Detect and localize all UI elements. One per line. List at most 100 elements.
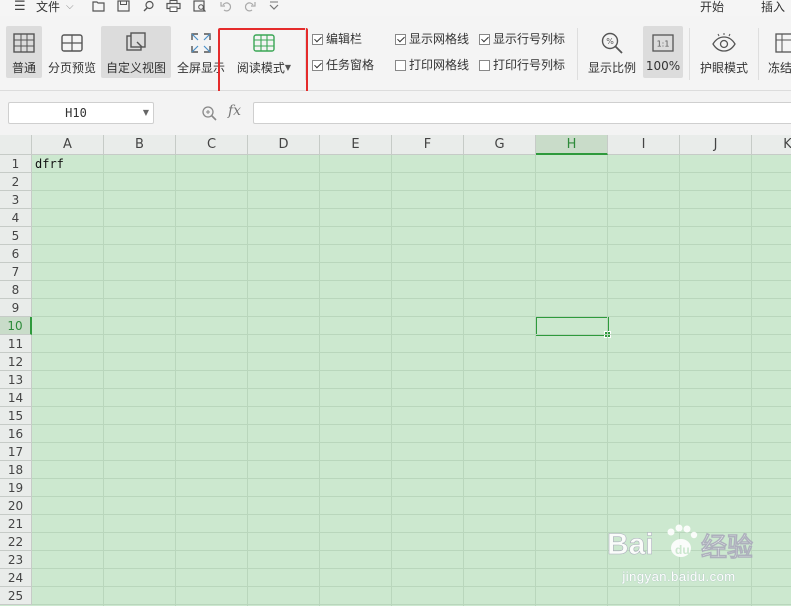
- reading-mode-button[interactable]: 阅读模式▼: [232, 26, 296, 78]
- row-header-10[interactable]: 10: [0, 317, 32, 335]
- row-header-15[interactable]: 15: [0, 407, 32, 425]
- eye-protection-label: 护眼模式: [699, 61, 748, 75]
- row-header-9[interactable]: 9: [0, 299, 32, 317]
- row-header-1[interactable]: 1: [0, 155, 32, 173]
- active-cell-h10[interactable]: [535, 316, 611, 338]
- gridline-horizontal: [32, 370, 791, 371]
- column-header-d[interactable]: D: [248, 135, 320, 155]
- select-all-corner[interactable]: [0, 135, 32, 155]
- custom-view-button[interactable]: 自定义视图: [101, 26, 171, 78]
- column-header-h[interactable]: H: [536, 135, 608, 155]
- gridline-vertical: [607, 155, 608, 606]
- gridline-vertical: [319, 155, 320, 606]
- save-icon[interactable]: [117, 0, 131, 13]
- row-header-5[interactable]: 5: [0, 227, 32, 245]
- row-header-20[interactable]: 20: [0, 497, 32, 515]
- show-gridlines-checkbox[interactable]: 显示网格线: [395, 31, 469, 47]
- checkbox-checked-icon[interactable]: [312, 34, 323, 45]
- view-ribbon: 普通 分页预览 自定义视图 全屏显示 阅读模式▼ 编辑栏 任务窗格 显示网格线: [0, 16, 791, 108]
- tab-start[interactable]: 开始: [700, 0, 724, 14]
- name-box-value: H10: [65, 106, 87, 120]
- row-header-3[interactable]: 3: [0, 191, 32, 209]
- gridline-horizontal: [32, 352, 791, 353]
- row-header-6[interactable]: 6: [0, 245, 32, 263]
- ribbon-divider: [577, 28, 578, 80]
- show-headers-checkbox[interactable]: 显示行号列标: [479, 31, 565, 47]
- print-gridlines-checkbox[interactable]: 打印网格线: [395, 57, 469, 73]
- row-header-17[interactable]: 17: [0, 443, 32, 461]
- row-header-19[interactable]: 19: [0, 479, 32, 497]
- hamburger-menu-icon[interactable]: ☰: [14, 0, 26, 14]
- undo-icon[interactable]: [220, 0, 234, 13]
- column-header-b[interactable]: B: [104, 135, 176, 155]
- checkbox-checked-icon[interactable]: [312, 60, 323, 71]
- normal-view-label: 普通: [11, 61, 36, 75]
- zoom-formula-icon[interactable]: [201, 105, 217, 121]
- folder-open-icon[interactable]: [92, 0, 106, 13]
- column-header-g[interactable]: G: [464, 135, 536, 155]
- row-header-13[interactable]: 13: [0, 371, 32, 389]
- cell-grid[interactable]: dfrf: [32, 155, 791, 606]
- freeze-panes-button[interactable]: 冻结: [764, 26, 791, 78]
- checkbox-unchecked-icon[interactable]: [479, 60, 490, 71]
- gridline-horizontal: [32, 316, 791, 317]
- eye-icon: [712, 31, 736, 55]
- tab-insert[interactable]: 插入: [761, 0, 785, 14]
- row-header-7[interactable]: 7: [0, 263, 32, 281]
- task-pane-checkbox-label: 任务窗格: [326, 58, 375, 72]
- zoom-ratio-button[interactable]: % 显示比例: [585, 26, 639, 78]
- normal-view-button[interactable]: 普通: [6, 26, 42, 78]
- custom-view-icon: [124, 31, 148, 55]
- name-box[interactable]: H10 ▼: [8, 102, 154, 124]
- row-header-16[interactable]: 16: [0, 425, 32, 443]
- zoom-100-button[interactable]: 1:1 100%: [643, 26, 683, 78]
- row-header-22[interactable]: 22: [0, 533, 32, 551]
- checkbox-checked-icon[interactable]: [395, 34, 406, 45]
- row-header-8[interactable]: 8: [0, 281, 32, 299]
- task-pane-checkbox[interactable]: 任务窗格: [312, 57, 374, 73]
- zoom-ratio-label: 显示比例: [587, 61, 636, 75]
- row-header-21[interactable]: 21: [0, 515, 32, 533]
- redo-icon[interactable]: [243, 0, 257, 13]
- row-header-11[interactable]: 11: [0, 335, 32, 353]
- column-header-c[interactable]: C: [176, 135, 248, 155]
- print-icon[interactable]: [166, 0, 181, 13]
- zoom-icon-text: 1:1: [657, 40, 670, 49]
- find-icon[interactable]: [142, 0, 156, 13]
- row-header-24[interactable]: 24: [0, 569, 32, 587]
- show-headers-label: 显示行号列标: [493, 32, 566, 46]
- ribbon-divider: [758, 28, 759, 80]
- column-header-k[interactable]: K: [752, 135, 791, 155]
- row-header-25[interactable]: 25: [0, 587, 32, 605]
- column-header-e[interactable]: E: [320, 135, 392, 155]
- checkbox-unchecked-icon[interactable]: [395, 60, 406, 71]
- column-header-f[interactable]: F: [392, 135, 464, 155]
- full-screen-button[interactable]: 全屏显示: [175, 26, 227, 78]
- row-header-12[interactable]: 12: [0, 353, 32, 371]
- row-header-23[interactable]: 23: [0, 551, 32, 569]
- fx-icon[interactable]: fx: [228, 103, 241, 119]
- chevron-down-icon[interactable]: ⌵: [66, 0, 74, 13]
- row-header-4[interactable]: 4: [0, 209, 32, 227]
- formula-bar-checkbox[interactable]: 编辑栏: [312, 31, 362, 47]
- file-menu[interactable]: 文件: [36, 0, 60, 14]
- dropdown-caret-icon[interactable]: ▼: [285, 63, 291, 72]
- cell-a1[interactable]: dfrf: [35, 156, 64, 173]
- title-bar: ☰ 文件 ⌵ 开始 插入: [0, 0, 791, 16]
- checkbox-checked-icon[interactable]: [479, 34, 490, 45]
- spreadsheet-grid: ABCDEFGHIJK 1 2 3 4 5 6 7 8 9 10 11 12 13 14 15 16 17 18 1…: [0, 135, 791, 606]
- print-preview-icon[interactable]: [193, 0, 207, 13]
- column-header-j[interactable]: J: [680, 135, 752, 155]
- formula-input[interactable]: [253, 102, 791, 124]
- chevron-down-icon[interactable]: ▼: [143, 103, 149, 123]
- column-header-i[interactable]: I: [608, 135, 680, 155]
- print-headers-checkbox[interactable]: 打印行号列标: [479, 57, 565, 73]
- row-header-14[interactable]: 14: [0, 389, 32, 407]
- row-header-18[interactable]: 18: [0, 461, 32, 479]
- column-header-a[interactable]: A: [32, 135, 104, 155]
- customize-icon[interactable]: [268, 0, 282, 13]
- eye-protection-button[interactable]: 护眼模式: [696, 26, 752, 78]
- row-header-2[interactable]: 2: [0, 173, 32, 191]
- page-break-label: 分页预览: [47, 61, 96, 75]
- page-break-preview-button[interactable]: 分页预览: [45, 26, 99, 78]
